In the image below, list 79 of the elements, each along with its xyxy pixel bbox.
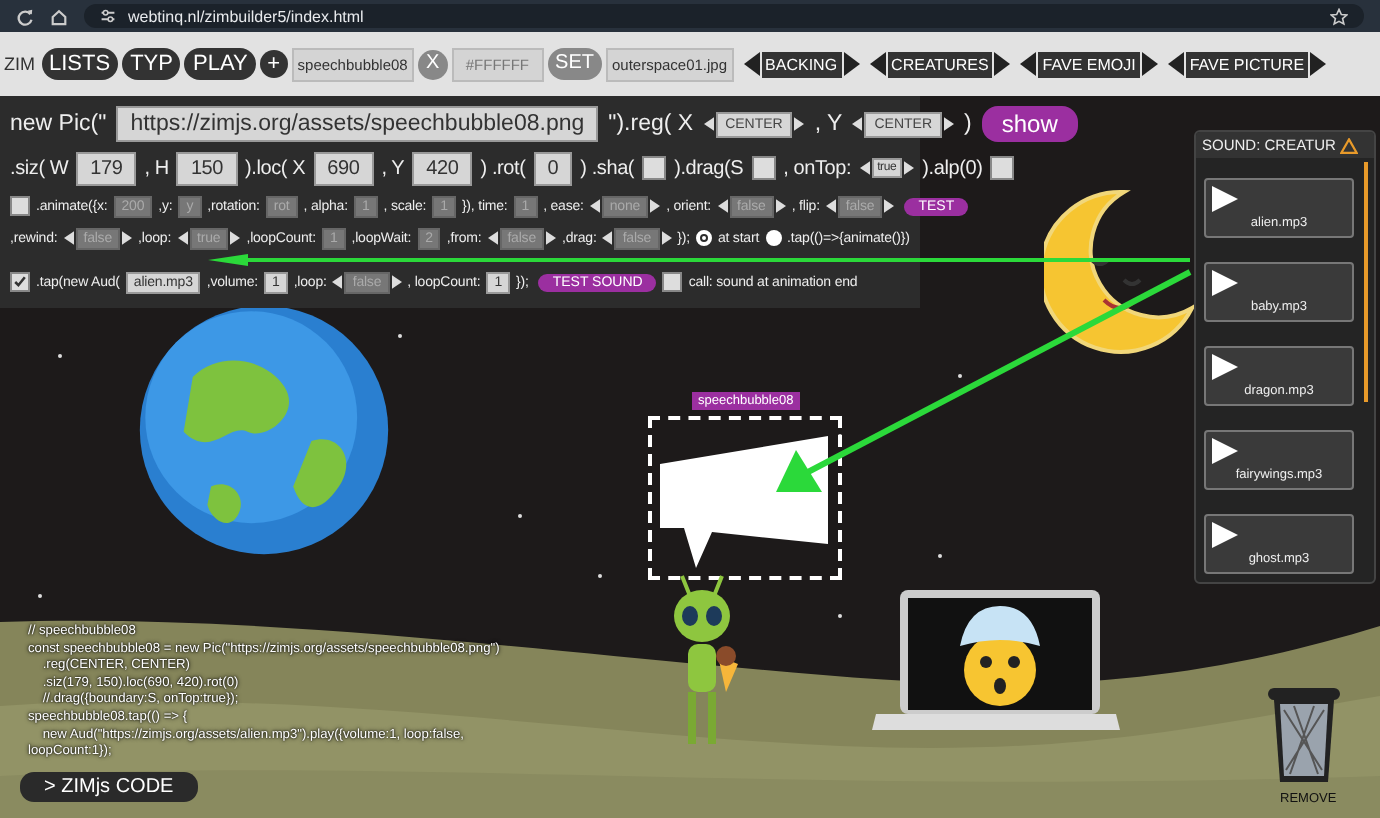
code-text: , onTop: [783, 157, 852, 179]
left-arrow-icon[interactable] [487, 230, 498, 246]
category-selector[interactable]: FAVE PICTURE [1185, 51, 1309, 77]
input-field[interactable]: 690 [313, 151, 374, 185]
radio-button[interactable] [695, 230, 712, 246]
left-arrow-icon[interactable] [717, 198, 728, 214]
radio-button[interactable] [765, 230, 782, 246]
code-text: ).loc( X [245, 157, 306, 179]
category-selector[interactable]: FAVE EMOJI [1038, 51, 1140, 77]
right-arrow-icon[interactable] [546, 230, 556, 246]
left-triangle-icon[interactable] [1020, 52, 1037, 76]
right-triangle-icon[interactable] [843, 52, 860, 76]
checkbox[interactable] [10, 196, 30, 216]
right-arrow-icon[interactable] [904, 160, 915, 176]
code-text: ).alp(0) [922, 157, 983, 179]
category-selector[interactable]: BACKING [761, 51, 842, 77]
left-triangle-icon[interactable] [1167, 52, 1184, 76]
left-arrow-icon[interactable] [852, 116, 863, 132]
reload-icon[interactable] [16, 7, 34, 25]
left-triangle-icon[interactable] [869, 52, 886, 76]
play-icon [1212, 438, 1238, 464]
right-arrow-icon[interactable] [391, 274, 402, 290]
right-triangle-icon[interactable] [1310, 52, 1327, 76]
set-button[interactable]: SET [547, 48, 602, 80]
code-text: ).drag(S [674, 157, 744, 179]
checkbox[interactable] [642, 156, 667, 180]
clear-button[interactable]: X [417, 49, 448, 79]
code-text: .siz( W [10, 157, 69, 179]
toolbar-button[interactable]: LISTS [41, 48, 119, 80]
input-field[interactable]: https://zimjs.org/assets/speechbubble08.png [116, 106, 599, 142]
app-logo-text: ZIM [4, 54, 35, 74]
checkbox[interactable] [10, 272, 30, 292]
input-field[interactable]: 0 [533, 151, 573, 185]
code-text: , Y [814, 112, 843, 136]
left-triangle-icon[interactable] [743, 52, 760, 76]
home-icon[interactable] [50, 7, 68, 25]
scrollbar[interactable] [1364, 162, 1368, 402]
code-text: ").reg( X [608, 112, 694, 136]
left-arrow-icon[interactable] [177, 230, 188, 246]
left-arrow-icon[interactable] [859, 160, 870, 176]
right-arrow-icon[interactable] [230, 230, 241, 246]
left-arrow-icon[interactable] [63, 230, 74, 246]
site-settings-icon[interactable] [100, 8, 116, 24]
right-triangle-icon[interactable] [1141, 52, 1158, 76]
toolbar-button[interactable]: + [259, 50, 288, 78]
checkbox[interactable] [751, 156, 776, 180]
left-arrow-icon[interactable] [825, 198, 836, 214]
checkbox[interactable] [990, 156, 1015, 180]
play-icon [1212, 522, 1238, 548]
play-icon [1212, 270, 1238, 296]
checkbox[interactable] [662, 272, 683, 292]
speech-bubble-drawing[interactable] [656, 432, 832, 572]
trash-can-icon[interactable] [1266, 682, 1342, 786]
code-text: new Pic(" [10, 112, 107, 136]
category-selector[interactable]: CREATURES [887, 51, 993, 77]
right-triangle-icon[interactable] [994, 52, 1011, 76]
code-text: ) .rot( [480, 157, 526, 179]
toolbar-button[interactable]: TYP [122, 48, 181, 80]
input-field[interactable]: 150 [176, 151, 238, 185]
left-arrow-icon[interactable] [703, 116, 714, 132]
star-icon[interactable] [1330, 7, 1348, 25]
right-arrow-icon[interactable] [794, 116, 805, 132]
right-arrow-icon[interactable] [122, 230, 133, 246]
right-arrow-icon[interactable] [944, 116, 954, 132]
input-field[interactable]: 179 [76, 151, 137, 185]
play-icon [1212, 354, 1238, 380]
toolbar-button[interactable]: PLAY [184, 48, 256, 80]
left-arrow-icon[interactable] [332, 274, 343, 290]
play-icon [1212, 186, 1238, 212]
input-field[interactable]: 420 [412, 151, 473, 185]
warning-icon[interactable] [1339, 137, 1358, 153]
action-button[interactable]: show [981, 106, 1078, 142]
code-text: ) [964, 112, 972, 136]
code-text: , H [144, 157, 169, 179]
code-text: ) .sha( [580, 157, 635, 179]
code-text: , Y [381, 157, 405, 179]
code-toggle-button[interactable]: > ZIMjs CODE [20, 772, 198, 802]
right-arrow-icon[interactable] [775, 198, 786, 214]
right-arrow-icon[interactable] [884, 198, 895, 214]
